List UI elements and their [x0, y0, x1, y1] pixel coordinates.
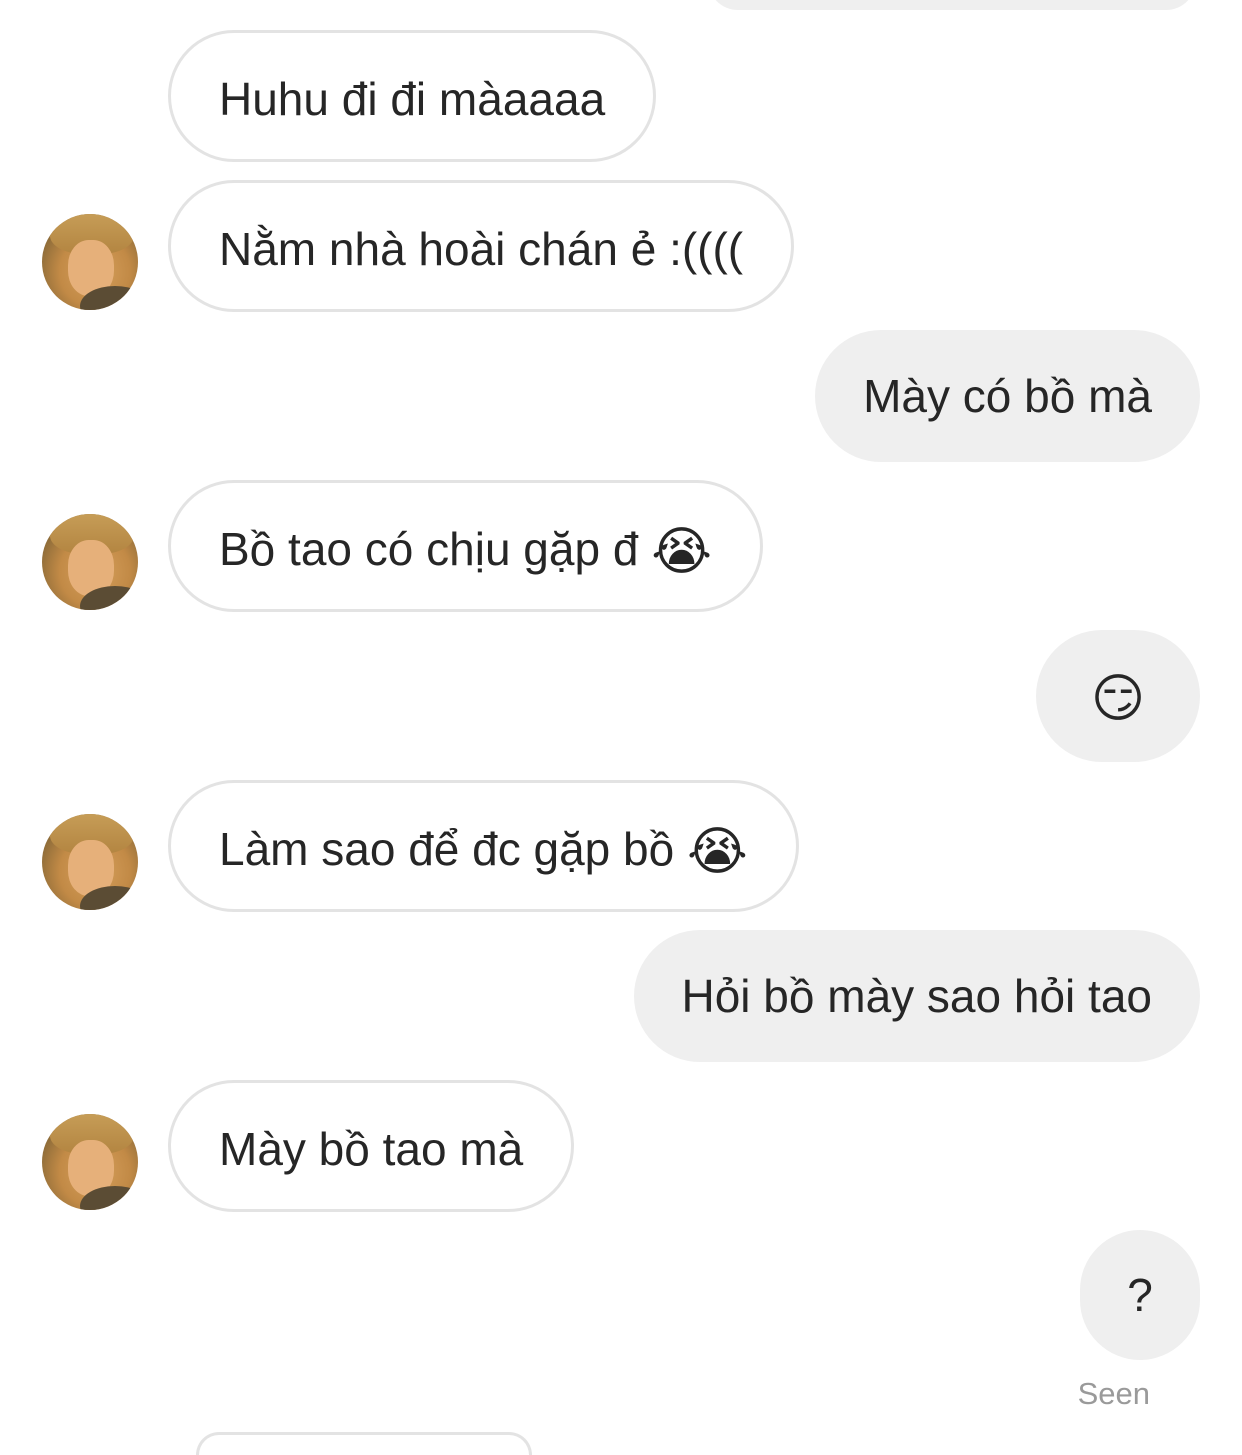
partial-message-bubble-bottom [196, 1432, 532, 1455]
incoming-message-bubble[interactable]: Bồ tao có chịu gặp đ 😭 [168, 480, 763, 612]
message-text: Huhu đi đi màaaaa [219, 73, 606, 125]
incoming-message-bubble[interactable]: Làm sao để đc gặp bồ 😭 [168, 780, 799, 912]
outgoing-message-bubble[interactable]: ? [1080, 1230, 1200, 1360]
message-text: Mày có bồ mà [863, 370, 1152, 422]
message-text: Bồ tao có chịu gặp đ [219, 523, 639, 575]
outgoing-message-bubble[interactable]: 😏 [1036, 630, 1200, 762]
contact-avatar[interactable] [42, 814, 138, 910]
message-text: Làm sao để đc gặp bồ [219, 823, 675, 875]
loudly-crying-face-emoji: 😭 [687, 823, 748, 881]
contact-avatar[interactable] [42, 1114, 138, 1210]
outgoing-message-bubble[interactable]: Hỏi bồ mày sao hỏi tao [633, 930, 1200, 1062]
seen-status: Seen [1077, 1376, 1150, 1411]
loudly-crying-face-emoji: 😭 [651, 523, 712, 581]
message-text: Nằm nhà hoài chán ẻ :(((( [219, 223, 744, 275]
incoming-message-bubble[interactable]: Mày bồ tao mà [168, 1080, 575, 1212]
contact-avatar[interactable] [42, 514, 138, 610]
incoming-message-bubble[interactable]: Nằm nhà hoài chán ẻ :(((( [168, 180, 795, 312]
message-text: Hỏi bồ mày sao hỏi tao [681, 970, 1153, 1022]
message-text: ? [1127, 1269, 1153, 1321]
smirking-face-emoji: 😏 [1090, 670, 1146, 728]
outgoing-message-bubble[interactable]: Mày có bồ mà [815, 330, 1200, 462]
contact-avatar[interactable] [42, 214, 138, 310]
message-text: Mày bồ tao mà [219, 1123, 524, 1175]
partial-message-bubble-top [708, 0, 1196, 10]
incoming-message-bubble[interactable]: Huhu đi đi màaaaa [168, 30, 657, 162]
